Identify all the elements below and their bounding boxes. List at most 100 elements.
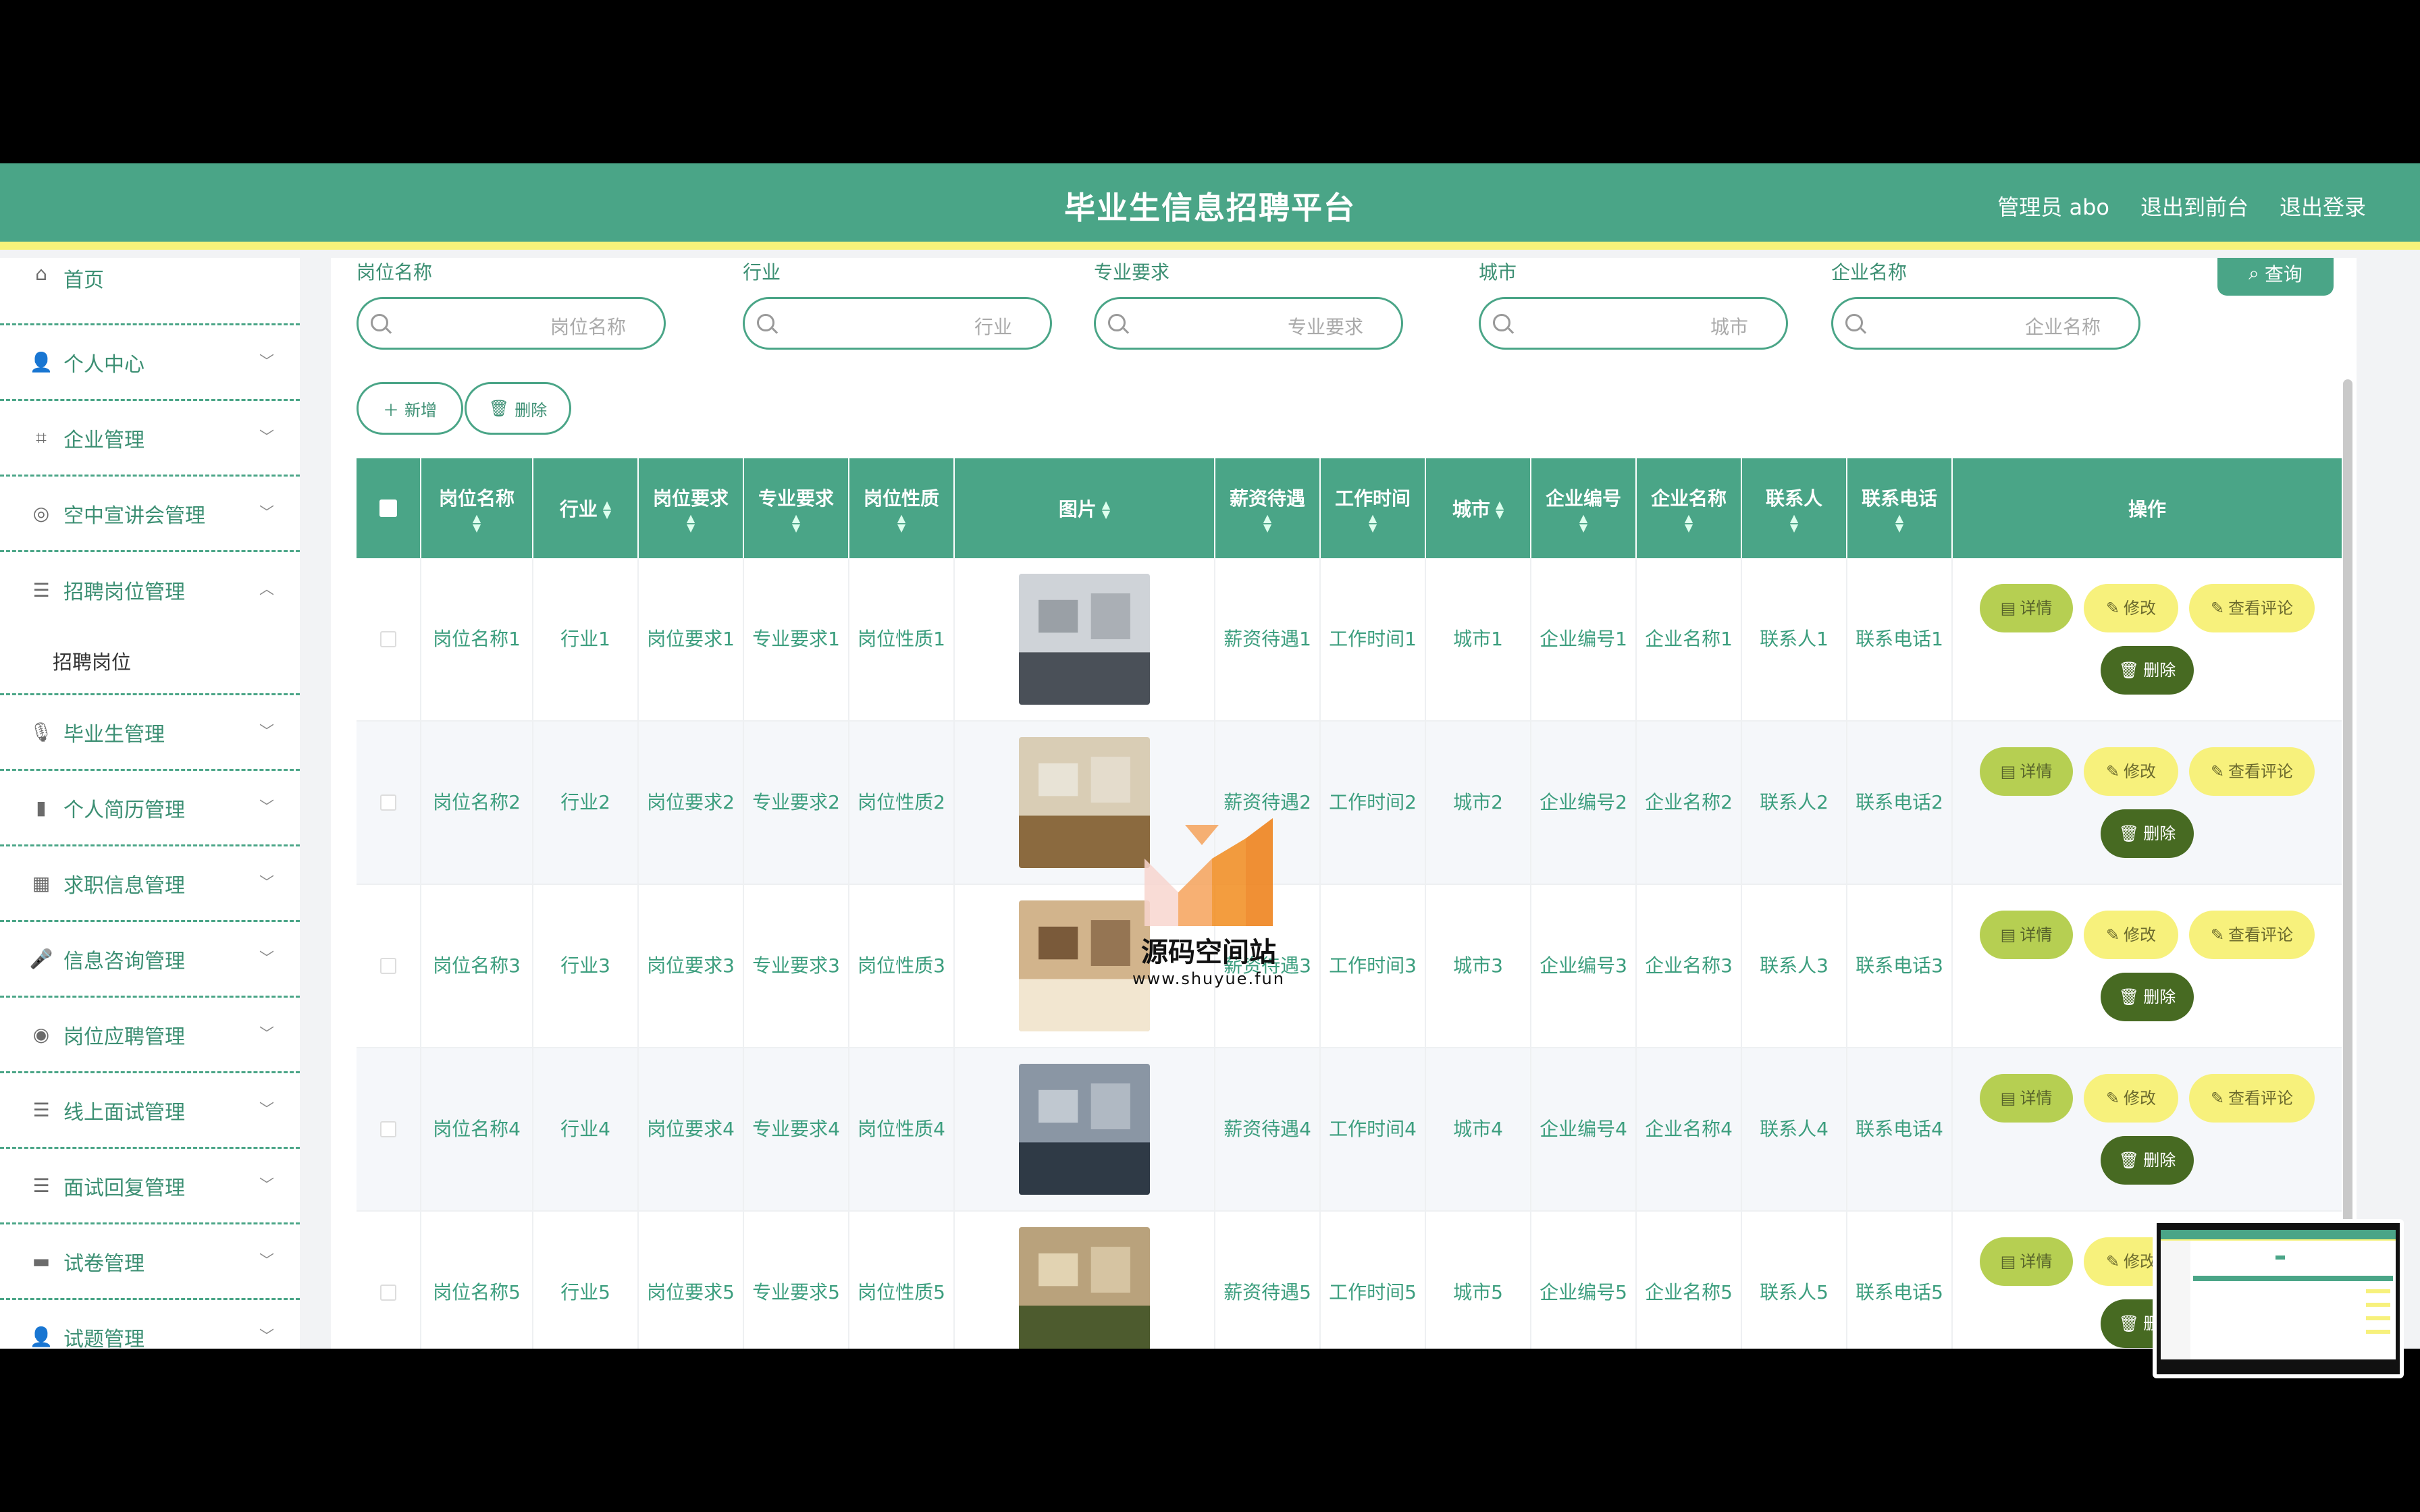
chevron-down-icon: ﹀ (259, 1252, 274, 1270)
chevron-down-icon: ﹀ (259, 1101, 274, 1118)
sort-icon[interactable]: ▲ ▼ (1790, 513, 1798, 533)
row-checkbox[interactable] (380, 794, 396, 811)
col-major[interactable]: 专业要求 ▲ ▼ (744, 458, 849, 558)
delete-button[interactable]: 🗑删除 (2101, 809, 2194, 858)
add-button[interactable]: ＋ 新增 (357, 382, 463, 435)
sort-icon[interactable]: ▲ ▼ (603, 500, 611, 520)
sidebar-item-air-talk[interactable]: ◎ 空中宣讲会管理 ﹀ (0, 477, 300, 552)
view-comment-button[interactable]: ✎查看评论 (2189, 1074, 2315, 1123)
sidebar-item-company[interactable]: ⌗ 企业管理 ﹀ (0, 401, 300, 477)
action-bar: ＋ 新增 🗑 删除 (357, 382, 571, 435)
row-checkbox[interactable] (380, 958, 396, 974)
sort-icon[interactable]: ▲ ▼ (1685, 513, 1693, 533)
sidebar-item-interview[interactable]: ☰ 线上面试管理 ﹀ (0, 1073, 300, 1149)
col-salary[interactable]: 薪资待遇 ▲ ▼ (1215, 458, 1321, 558)
table-cell: 专业要求5 (744, 1212, 849, 1349)
sidebar-subitem-job-post[interactable]: 招聘岗位 (0, 628, 300, 695)
batch-delete-button[interactable]: 🗑 删除 (465, 382, 571, 435)
table-cell: 岗位名称4 (421, 1048, 533, 1210)
row-checkbox[interactable] (380, 1285, 396, 1301)
placeholder: 专业要求 (1287, 316, 1363, 338)
sort-icon[interactable]: ▲ ▼ (1496, 500, 1504, 520)
header-nav: 管理员 abo 退出到前台 退出登录 (1997, 190, 2366, 221)
delete-button[interactable]: 🗑删除 (2101, 1136, 2194, 1185)
col-contact[interactable]: 联系人 ▲ ▼ (1742, 458, 1847, 558)
detail-button[interactable]: ▤ 详情 (1980, 747, 2073, 796)
sidebar-item-consult[interactable]: 🎤 信息咨询管理 ﹀ (0, 922, 300, 998)
detail-button[interactable]: ▤ 详情 (1980, 584, 2073, 632)
top-header: 毕业生信息招聘平台 管理员 abo 退出到前台 退出登录 (0, 163, 2420, 250)
select-all-checkbox[interactable] (379, 500, 397, 517)
edit-button[interactable]: ✎ 修改 (2084, 1074, 2178, 1123)
col-job-name[interactable]: 岗位名称 ▲ ▼ (421, 458, 533, 558)
job-photo[interactable] (1019, 1064, 1150, 1195)
button-label: 修改 (2124, 762, 2157, 781)
view-comment-button[interactable]: ✎查看评论 (2189, 747, 2315, 796)
chevron-down-icon: ﹀ (259, 799, 274, 816)
edit-button[interactable]: ✎ 修改 (2084, 911, 2178, 959)
delete-button[interactable]: 🗑删除 (2101, 973, 2194, 1021)
table-cell: 联系电话5 (1847, 1212, 1953, 1349)
city-input[interactable]: 城市 (1479, 297, 1788, 350)
col-image[interactable]: 图片 ▲ ▼ (955, 458, 1215, 558)
table-cell: 城市3 (1426, 885, 1531, 1047)
search-label: 企业名称 (1831, 261, 1908, 284)
job-name-input[interactable]: 岗位名称 (357, 297, 666, 350)
edit-button[interactable]: ✎ 修改 (2084, 747, 2178, 796)
sidebar-item-personal-center[interactable]: 👤 个人中心 ﹀ (0, 325, 300, 401)
sort-icon[interactable]: ▲ ▼ (1895, 513, 1903, 533)
col-company-id[interactable]: 企业编号 ▲ ▼ (1531, 458, 1637, 558)
list-icon: ☰ (32, 1099, 50, 1121)
sidebar-item-resume[interactable]: ▮ 个人简历管理 ﹀ (0, 771, 300, 846)
col-nature[interactable]: 岗位性质 ▲ ▼ (849, 458, 955, 558)
sidebar-item-question[interactable]: 👤 试题管理 ﹀ (0, 1300, 300, 1349)
sort-icon[interactable]: ▲ ▼ (792, 513, 800, 533)
sidebar-item-interview-reply[interactable]: ☰ 面试回复管理 ﹀ (0, 1149, 300, 1224)
sort-icon[interactable]: ▲ ▼ (1579, 513, 1587, 533)
query-button[interactable]: ⌕ 查询 (2217, 258, 2334, 296)
detail-button[interactable]: ▤ 详情 (1980, 1074, 2073, 1123)
job-photo[interactable] (1019, 574, 1150, 705)
major-input[interactable]: 专业要求 (1094, 297, 1403, 350)
detail-button[interactable]: ▤ 详情 (1980, 1237, 2073, 1286)
company-name-input[interactable]: 企业名称 (1831, 297, 2140, 350)
plus-icon: ＋ (383, 400, 399, 420)
table-cell: 岗位要求5 (639, 1212, 744, 1349)
sidebar-item-job-post[interactable]: ☰ 招聘岗位管理 ︿ (0, 552, 300, 628)
col-job-req[interactable]: 岗位要求 ▲ ▼ (639, 458, 744, 558)
row-checkbox[interactable] (380, 631, 396, 647)
delete-button[interactable]: 🗑删除 (2101, 646, 2194, 695)
col-industry[interactable]: 行业 ▲ ▼ (533, 458, 639, 558)
sort-icon[interactable]: ▲ ▼ (1369, 513, 1377, 533)
sort-icon[interactable]: ▲ ▼ (473, 513, 481, 533)
job-photo[interactable] (1019, 1227, 1150, 1349)
exit-to-front-link[interactable]: 退出到前台 (2140, 190, 2248, 221)
edit-button[interactable]: ✎ 修改 (2084, 584, 2178, 632)
sort-icon[interactable]: ▲ ▼ (1102, 500, 1110, 520)
col-company-name[interactable]: 企业名称 ▲ ▼ (1637, 458, 1742, 558)
logout-link[interactable]: 退出登录 (2280, 190, 2366, 221)
row-checkbox[interactable] (380, 1121, 396, 1137)
sort-icon[interactable]: ▲ ▼ (687, 513, 695, 533)
sidebar-item-job-seek[interactable]: ▦ 求职信息管理 ﹀ (0, 846, 300, 922)
view-comment-button[interactable]: ✎查看评论 (2189, 584, 2315, 632)
col-worktime[interactable]: 工作时间 ▲ ▼ (1321, 458, 1426, 558)
sidebar-item-apply[interactable]: ◉ 岗位应聘管理 ﹀ (0, 998, 300, 1073)
admin-user-link[interactable]: 管理员 abo (1997, 190, 2109, 221)
button-label: 修改 (2124, 925, 2157, 944)
sort-icon[interactable]: ▲ ▼ (897, 513, 905, 533)
vertical-scrollbar[interactable] (2343, 379, 2352, 1297)
sidebar-item-exam[interactable]: ▬ 试卷管理 ﹀ (0, 1224, 300, 1300)
preview-thumbnail[interactable] (2153, 1219, 2404, 1378)
grid-icon: ▦ (32, 872, 51, 894)
col-city[interactable]: 城市 ▲ ▼ (1426, 458, 1531, 558)
sidebar-item-graduate[interactable]: 🎙 毕业生管理 ﹀ (0, 695, 300, 771)
sidebar-item-label: 岗位应聘管理 (63, 1025, 185, 1049)
sidebar-item-home[interactable]: ⌂ 首页 (0, 258, 300, 325)
detail-button[interactable]: ▤ 详情 (1980, 911, 2073, 959)
sort-icon[interactable]: ▲ ▼ (1263, 513, 1271, 533)
view-comment-button[interactable]: ✎查看评论 (2189, 911, 2315, 959)
app-window: 毕业生信息招聘平台 管理员 abo 退出到前台 退出登录 ⌂ 首页 👤 个人中心… (0, 163, 2420, 1349)
col-phone[interactable]: 联系电话 ▲ ▼ (1847, 458, 1953, 558)
industry-input[interactable]: 行业 (743, 297, 1052, 350)
